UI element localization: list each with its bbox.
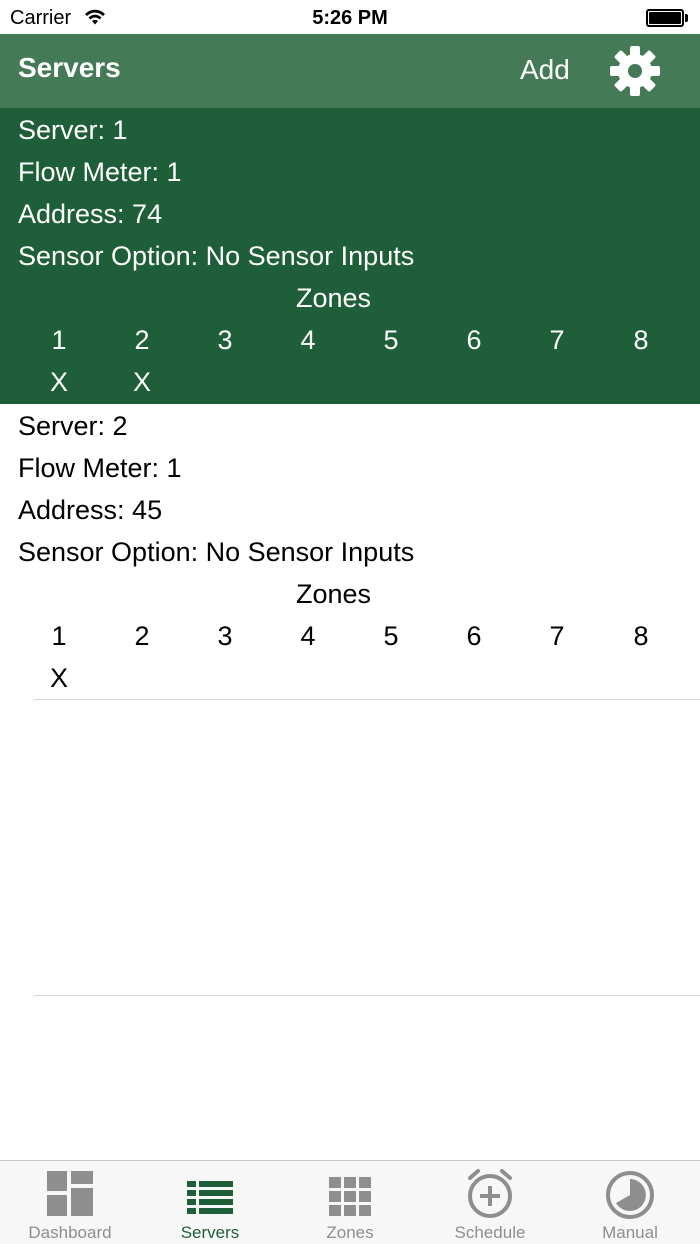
tab-servers[interactable]: Servers [140,1161,280,1244]
zone-number: 7 [549,621,565,651]
zone-number: 1 [51,325,67,355]
zone-number: 3 [217,325,233,355]
zone-number: 6 [466,325,482,355]
tab-label: Manual [602,1223,658,1242]
sensor-option-label: Sensor Option: No Sensor Inputs [18,241,415,271]
zone-number: 4 [300,325,316,355]
zone-mark: X [132,367,151,397]
zone-mark: X [49,367,68,397]
zone-number: 6 [466,621,482,651]
tab-label: Dashboard [28,1223,112,1242]
tab-manual[interactable]: Manual [560,1161,700,1244]
tab-label: Servers [180,1223,240,1242]
zone-number: 4 [300,621,316,651]
zone-number: 8 [633,325,649,355]
address-label: Address: 74 [18,199,163,229]
page-title: Servers [18,52,121,83]
address-label: Address: 45 [18,495,163,525]
flow-meter-label: Flow Meter: 1 [18,453,182,483]
zone-number: 8 [633,621,649,651]
zone-number: 5 [383,325,399,355]
row-separator [34,699,700,700]
pie-dial-icon [606,1171,654,1219]
add-button[interactable]: Add [520,54,570,86]
list-icon [187,1181,233,1214]
dashboard-icon [47,1171,93,1216]
zone-number: 1 [51,621,67,651]
zone-number: 2 [134,621,150,651]
flow-meter-label: Flow Meter: 1 [18,157,182,187]
zones-heading: Zones [295,283,372,313]
zones-heading: Zones [295,579,372,609]
server-row[interactable]: Server: 2 Flow Meter: 1 Address: 45 Sens… [0,404,700,700]
row-separator [34,995,700,996]
server-label: Server: 1 [18,115,128,145]
grid-icon [329,1177,371,1216]
sensor-option-label: Sensor Option: No Sensor Inputs [18,537,415,567]
tab-dashboard[interactable]: Dashboard [0,1161,140,1244]
zone-number: 5 [383,621,399,651]
tab-zones[interactable]: Zones [280,1161,420,1244]
battery-icon [646,9,690,27]
navigation-bar: Servers Add [0,34,700,108]
status-bar: Carrier 5:26 PM [0,0,700,34]
server-label: Server: 2 [18,411,128,441]
zone-number: 3 [217,621,233,651]
zone-mark: X [49,663,68,693]
server-row[interactable]: Server: 1 Flow Meter: 1 Address: 74 Sens… [0,108,700,404]
gear-icon[interactable] [608,44,662,98]
tab-schedule[interactable]: Schedule [420,1161,560,1244]
zone-number: 7 [549,325,565,355]
zone-number: 2 [134,325,150,355]
tab-label: Schedule [454,1223,526,1242]
tab-label: Zones [326,1223,374,1242]
tab-bar: Dashboard Servers Zones Schedule Manual [0,1160,700,1244]
alarm-clock-icon [468,1169,512,1218]
status-time: 5:26 PM [312,7,388,29]
